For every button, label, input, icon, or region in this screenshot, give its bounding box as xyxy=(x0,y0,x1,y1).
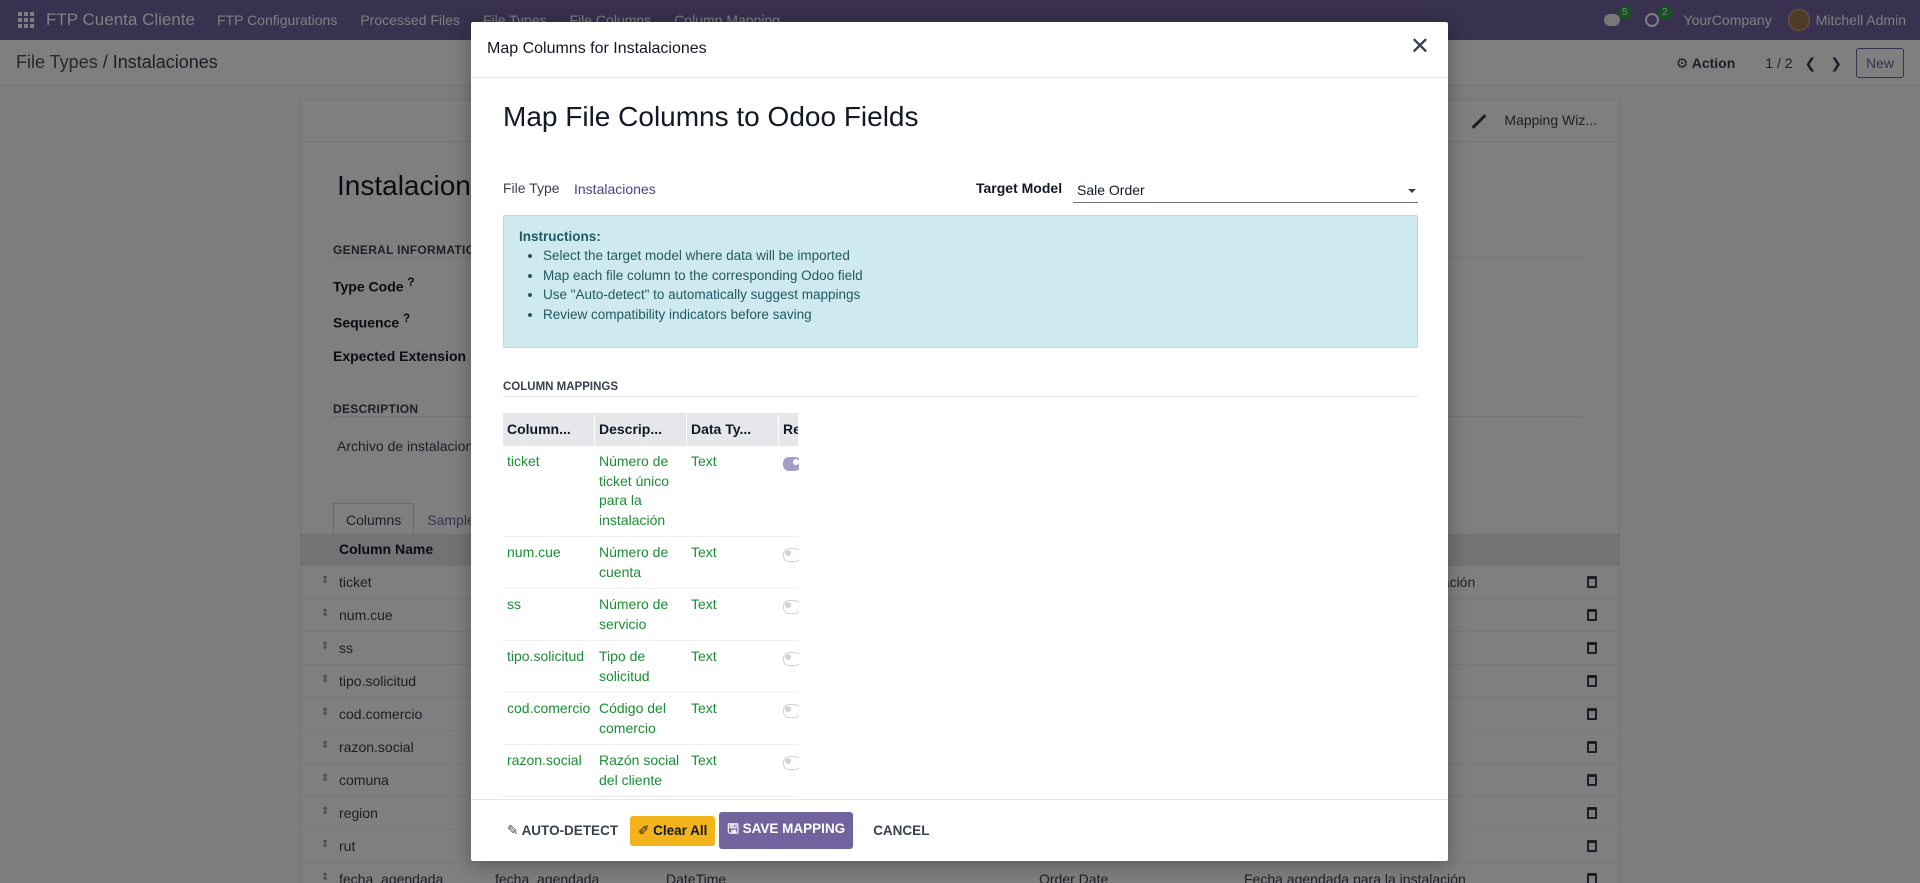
map-columns-dialog: Map Columns for Instalaciones ✕ Map File… xyxy=(471,22,1448,861)
cancel-button[interactable]: CANCEL xyxy=(865,816,937,845)
required-toggle[interactable] xyxy=(783,548,799,562)
table-row[interactable]: ss Número de servicio Text xyxy=(503,589,799,641)
table-row[interactable]: num.cue Número de cuenta Text xyxy=(503,537,799,589)
instruction-item: Review compatibility indicators before s… xyxy=(543,305,1402,325)
clear-all-button[interactable]: ✐ Clear All xyxy=(630,815,716,846)
instructions-title: Instructions: xyxy=(519,229,601,244)
required-toggle[interactable] xyxy=(783,600,799,614)
save-mapping-button[interactable]: 🖫 SAVE MAPPING xyxy=(719,812,854,849)
auto-detect-button[interactable]: ✎ AUTO-DETECT xyxy=(499,816,626,846)
required-toggle[interactable] xyxy=(783,652,799,666)
target-model-label: Target Model xyxy=(976,180,1063,196)
column-header-description[interactable]: Descrip... xyxy=(595,413,687,446)
table-row[interactable]: ticket Número de ticket único para la in… xyxy=(503,446,799,537)
section-divider xyxy=(503,396,1418,397)
instruction-item: Use "Auto-detect" to automatically sugge… xyxy=(543,285,1402,305)
column-mappings-table: Column... Descrip... Data Ty... Re ticke… xyxy=(503,413,799,799)
required-toggle[interactable] xyxy=(783,704,799,718)
table-row[interactable]: cod.comercio Código del comercio Text xyxy=(503,693,799,745)
dialog-heading: Map File Columns to Odoo Fields xyxy=(503,101,919,132)
file-type-label: File Type xyxy=(503,180,560,196)
dialog-title: Map Columns for Instalaciones xyxy=(487,40,707,57)
instructions-alert: Instructions: Select the target model wh… xyxy=(503,215,1418,348)
chevron-down-icon xyxy=(1408,189,1416,193)
instruction-item: Select the target model where data will … xyxy=(543,246,1402,266)
column-header-data-type[interactable]: Data Ty... xyxy=(687,413,779,446)
table-header: Column... Descrip... Data Ty... Re xyxy=(503,413,799,446)
instruction-item: Map each file column to the correspondin… xyxy=(543,266,1402,286)
column-header-column[interactable]: Column... xyxy=(503,413,595,446)
required-toggle[interactable] xyxy=(783,756,799,770)
dialog-footer: ✎ AUTO-DETECT ✐ Clear All 🖫 SAVE MAPPING… xyxy=(471,799,1448,861)
column-header-required[interactable]: Re xyxy=(779,413,799,446)
dialog-header: Map Columns for Instalaciones ✕ xyxy=(471,22,1448,78)
close-icon[interactable]: ✕ xyxy=(1410,35,1430,59)
file-type-link[interactable]: Instalaciones xyxy=(574,181,656,197)
column-mappings-title: COLUMN MAPPINGS xyxy=(503,381,618,393)
required-toggle[interactable] xyxy=(783,457,799,471)
table-row[interactable]: tipo.solicitud Tipo de solicitud Text xyxy=(503,641,799,693)
dialog-body: Map File Columns to Odoo Fields File Typ… xyxy=(471,79,1448,799)
target-model-select[interactable]: Sale Order xyxy=(1073,179,1418,203)
table-row[interactable]: razon.social Razón social del cliente Te… xyxy=(503,745,799,797)
